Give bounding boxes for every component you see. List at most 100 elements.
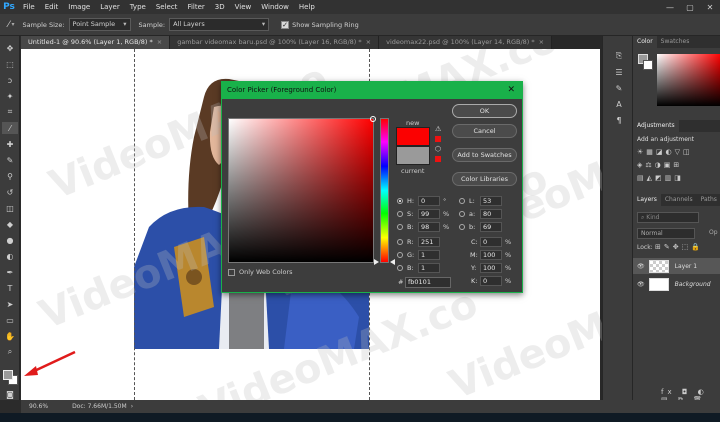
- radio-lab-b[interactable]: [459, 224, 465, 230]
- blur-tool-icon[interactable]: ●: [2, 234, 18, 246]
- rectangle-tool-icon[interactable]: ▭: [2, 314, 18, 326]
- tab-adjustments[interactable]: Adjustments: [633, 120, 679, 132]
- radio-rgb-b[interactable]: [397, 265, 403, 271]
- input-b[interactable]: 98: [418, 222, 440, 232]
- close-tab-icon[interactable]: ×: [157, 38, 162, 46]
- cancel-button[interactable]: Cancel: [452, 124, 517, 138]
- healing-brush-tool-icon[interactable]: ✚: [2, 138, 18, 150]
- close-icon[interactable]: ✕: [700, 0, 720, 14]
- character-panel-icon[interactable]: A: [611, 98, 627, 110]
- eye-icon[interactable]: 👁: [637, 281, 645, 288]
- only-web-colors-checkbox[interactable]: [228, 269, 235, 276]
- hand-tool-icon[interactable]: ✋: [2, 330, 18, 342]
- tab-channels[interactable]: Channels: [661, 194, 697, 206]
- menu-layer[interactable]: Layer: [95, 3, 125, 11]
- lasso-tool-icon[interactable]: ↄ: [2, 74, 18, 86]
- color-spectrum-field[interactable]: [657, 54, 720, 106]
- eye-icon[interactable]: 👁: [637, 263, 645, 270]
- input-a[interactable]: 80: [480, 209, 502, 219]
- zoom-level[interactable]: 90.6%: [29, 403, 48, 410]
- zoom-tool-icon[interactable]: ⌕: [2, 346, 18, 358]
- input-l[interactable]: 53: [480, 196, 502, 206]
- tab-untitled-1[interactable]: Untitled-1 @ 90.6% (Layer 1, RGB/8) * ×: [21, 36, 171, 49]
- input-c[interactable]: 0: [480, 237, 502, 247]
- color-libraries-button[interactable]: Color Libraries: [452, 172, 517, 186]
- history-panel-icon[interactable]: ⎘: [611, 50, 627, 62]
- dodge-tool-icon[interactable]: ◐: [2, 250, 18, 262]
- paragraph-panel-icon[interactable]: ¶: [611, 114, 627, 126]
- blend-mode-select[interactable]: Normal: [637, 228, 695, 239]
- menu-type[interactable]: Type: [125, 3, 151, 11]
- quick-mask-icon[interactable]: ◙: [2, 388, 18, 400]
- radio-h[interactable]: [397, 198, 403, 204]
- menu-view[interactable]: View: [230, 3, 257, 11]
- input-rgb-b[interactable]: 1: [418, 263, 440, 273]
- layer-row[interactable]: 👁 Layer 1: [633, 258, 720, 274]
- eyedropper-icon[interactable]: ⁄: [8, 20, 10, 30]
- menu-image[interactable]: Image: [63, 3, 95, 11]
- input-y[interactable]: 100: [480, 263, 502, 273]
- saturation-brightness-field[interactable]: [228, 116, 376, 263]
- tab-paths[interactable]: Paths: [697, 194, 720, 206]
- input-lab-b[interactable]: 69: [480, 222, 502, 232]
- marquee-tool-icon[interactable]: ⬚: [2, 58, 18, 70]
- gamut-correction-swatch[interactable]: [435, 136, 441, 142]
- menu-filter[interactable]: Filter: [182, 3, 209, 11]
- tab-videomax22[interactable]: videomax22.psd @ 100% (Layer 14, RGB/8) …: [379, 36, 553, 49]
- input-m[interactable]: 100: [480, 250, 502, 260]
- input-r[interactable]: 251: [418, 237, 440, 247]
- menu-window[interactable]: Window: [256, 3, 294, 11]
- pen-tool-icon[interactable]: ✒: [2, 266, 18, 278]
- menu-help[interactable]: Help: [294, 3, 320, 11]
- input-h[interactable]: 0: [418, 196, 440, 206]
- layer-row[interactable]: 👁 Background: [633, 276, 720, 292]
- tool-preset-chevron-icon[interactable]: ▾: [12, 21, 15, 28]
- close-icon[interactable]: ✕: [507, 82, 515, 99]
- menu-file[interactable]: File: [18, 3, 40, 11]
- add-to-swatches-button[interactable]: Add to Swatches: [452, 148, 517, 162]
- panel-background-swatch[interactable]: [643, 60, 653, 70]
- lock-icons[interactable]: ⊞✎✥⬚🔒: [655, 243, 703, 251]
- tab-gambar-videomax[interactable]: gambar videomax baru.psd @ 100% (Layer 1…: [170, 36, 380, 49]
- radio-a[interactable]: [459, 211, 465, 217]
- magic-wand-tool-icon[interactable]: ✦: [2, 90, 18, 102]
- layer-filter-kind[interactable]: ⌕ Kind: [637, 212, 699, 223]
- web-safe-warning-icon[interactable]: ⬡: [435, 145, 441, 153]
- paint-bucket-tool-icon[interactable]: ◆: [2, 218, 18, 230]
- move-tool-icon[interactable]: ✥: [2, 42, 18, 54]
- brush-panel-icon[interactable]: ✎: [611, 82, 627, 94]
- type-tool-icon[interactable]: T: [2, 282, 18, 294]
- path-selection-tool-icon[interactable]: ➤: [2, 298, 18, 310]
- radio-r[interactable]: [397, 239, 403, 245]
- out-of-gamut-warning-icon[interactable]: ⚠: [435, 125, 441, 133]
- status-arrow-icon[interactable]: ›: [131, 403, 133, 410]
- eraser-tool-icon[interactable]: ◫: [2, 202, 18, 214]
- hue-slider-right-arrow-icon[interactable]: [390, 259, 395, 265]
- radio-g[interactable]: [397, 252, 403, 258]
- input-g[interactable]: 1: [418, 250, 440, 260]
- sampling-ring-checkbox[interactable]: ✓: [281, 20, 290, 29]
- current-color-swatch[interactable]: [396, 146, 430, 165]
- minimize-icon[interactable]: —: [660, 0, 680, 14]
- brush-tool-icon[interactable]: ✎: [2, 154, 18, 166]
- close-tab-icon[interactable]: ×: [539, 38, 544, 46]
- sample-select[interactable]: All Layers: [169, 18, 270, 31]
- input-k[interactable]: 0: [480, 276, 502, 286]
- hex-input[interactable]: fb0101: [405, 277, 451, 288]
- radio-s[interactable]: [397, 211, 403, 217]
- sample-size-select[interactable]: Point Sample: [68, 18, 131, 31]
- radio-b[interactable]: [397, 224, 403, 230]
- color-marker[interactable]: [370, 116, 376, 122]
- ok-button[interactable]: OK: [452, 104, 517, 118]
- maximize-icon[interactable]: ▢: [680, 0, 700, 14]
- tab-color[interactable]: Color: [633, 36, 657, 48]
- foreground-color-swatch[interactable]: [3, 370, 13, 380]
- history-brush-tool-icon[interactable]: ↺: [2, 186, 18, 198]
- input-s[interactable]: 99: [418, 209, 440, 219]
- eyedropper-tool-icon[interactable]: ⁄: [2, 122, 18, 134]
- hue-slider[interactable]: [380, 118, 389, 263]
- menu-edit[interactable]: Edit: [40, 3, 64, 11]
- tab-layers[interactable]: Layers: [633, 194, 661, 206]
- menu-select[interactable]: Select: [151, 3, 183, 11]
- radio-l[interactable]: [459, 198, 465, 204]
